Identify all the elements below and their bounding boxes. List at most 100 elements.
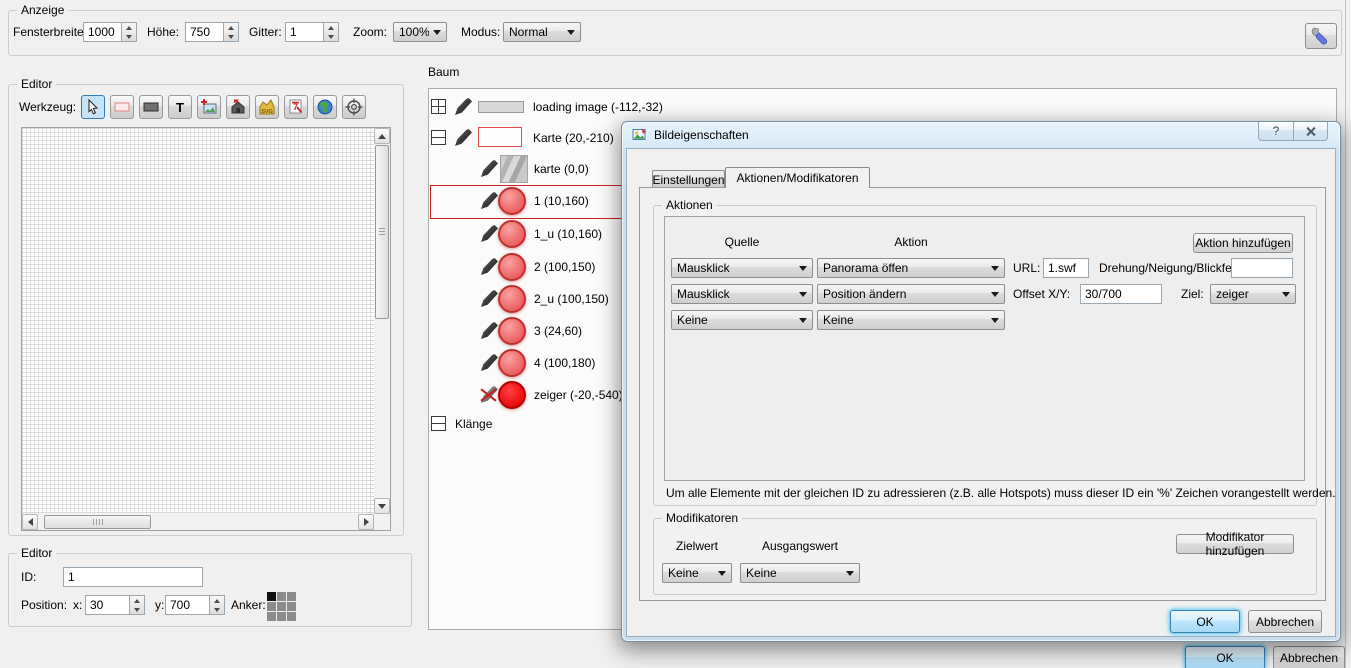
spin-up-icon[interactable] — [324, 23, 338, 32]
anchor-grid[interactable] — [267, 592, 296, 621]
ausgangswert-combo[interactable]: Keine — [740, 563, 860, 583]
x-spinner[interactable] — [85, 595, 145, 615]
settings-wrench-button[interactable] — [1305, 23, 1337, 49]
anchor-cell-bottom-right[interactable] — [287, 612, 296, 621]
anchor-cell-top-left[interactable] — [267, 592, 276, 601]
svg-badge-text: SVG — [261, 109, 273, 115]
pen-icon — [481, 258, 498, 275]
offset-input[interactable] — [1080, 284, 1162, 304]
dialog-caption-buttons: ? — [1258, 122, 1328, 141]
close-button[interactable] — [1293, 122, 1328, 141]
image-placeholder-icon — [478, 101, 524, 113]
wrench-icon — [1310, 25, 1332, 47]
modus-combo[interactable]: Normal — [503, 22, 581, 42]
modifikator-hinzufuegen-button[interactable]: Modifikator hinzufügen — [1176, 534, 1294, 554]
y-spinner[interactable] — [165, 595, 225, 615]
vertical-scroll-thumb[interactable] — [375, 145, 389, 319]
url-input[interactable] — [1043, 258, 1089, 278]
anchor-cell-middle-right[interactable] — [287, 602, 296, 611]
text-tool[interactable]: T — [168, 95, 192, 119]
help-button[interactable]: ? — [1258, 122, 1293, 141]
canvas-grid[interactable] — [22, 128, 374, 514]
image-tool[interactable] — [197, 95, 221, 119]
target-tool[interactable] — [342, 95, 366, 119]
spin-down-icon[interactable] — [224, 32, 238, 41]
id-input[interactable] — [63, 567, 203, 587]
hoehe-spin-buttons[interactable] — [223, 22, 239, 42]
horizontal-scroll-thumb[interactable] — [44, 515, 151, 529]
spin-down-icon[interactable] — [122, 32, 136, 41]
tree-item-label: karte (0,0) — [534, 162, 589, 176]
x-spin-buttons[interactable] — [129, 595, 145, 615]
gitter-input[interactable] — [285, 22, 323, 42]
tool-bar: T SVG — [81, 95, 366, 119]
ziel-combo[interactable]: zeiger — [1210, 284, 1296, 304]
spin-down-icon[interactable] — [324, 32, 338, 41]
cursor-tool[interactable] — [81, 95, 105, 119]
scroll-right-button[interactable] — [358, 514, 374, 530]
drehung-input[interactable] — [1231, 258, 1293, 278]
fensterbreite-spinner[interactable] — [83, 22, 137, 42]
zoom-combo[interactable]: 100% — [393, 22, 447, 42]
werkzeug-label: Werkzeug: — [19, 100, 76, 114]
spin-up-icon[interactable] — [122, 23, 136, 32]
editor-canvas[interactable] — [21, 127, 391, 531]
aktion-hinzufuegen-button[interactable]: Aktion hinzufügen — [1193, 233, 1293, 253]
quelle-combo-row1[interactable]: Mausklick — [671, 258, 813, 278]
dialog-ok-label: OK — [1196, 615, 1213, 629]
spin-up-icon[interactable] — [130, 596, 144, 605]
fensterbreite-input[interactable] — [83, 22, 121, 42]
vertical-scrollbar[interactable] — [374, 128, 390, 514]
gitter-spinner[interactable] — [285, 22, 339, 42]
horizontal-scrollbar[interactable] — [22, 514, 374, 530]
anchor-cell-middle-center[interactable] — [277, 602, 286, 611]
quelle-combo-row2[interactable]: Mausklick — [671, 284, 813, 304]
expand-split-icon[interactable] — [431, 416, 446, 431]
y-input[interactable] — [165, 595, 209, 615]
scrollbar-corner — [374, 514, 390, 530]
anchor-cell-top-right[interactable] — [287, 592, 296, 601]
dialog-cancel-button[interactable]: Abbrechen — [1248, 610, 1322, 633]
tab-einstellungen[interactable]: Einstellungen — [652, 170, 725, 188]
tab-aktionen-modifikatoren[interactable]: Aktionen/Modifikatoren — [725, 167, 870, 188]
spin-down-icon[interactable] — [130, 605, 144, 614]
arrow-left-icon — [24, 518, 33, 526]
anchor-cell-top-center[interactable] — [277, 592, 286, 601]
rect-tool[interactable] — [139, 95, 163, 119]
main-cancel-button[interactable]: Abbrechen — [1273, 646, 1345, 668]
expand-grid-icon[interactable] — [431, 99, 446, 114]
scroll-up-button[interactable] — [374, 128, 390, 144]
dialog-ok-button[interactable]: OK — [1170, 610, 1240, 633]
fensterbreite-spin-buttons[interactable] — [121, 22, 137, 42]
spin-up-icon[interactable] — [224, 23, 238, 32]
home-tool[interactable] — [226, 95, 250, 119]
quelle-combo-row3[interactable]: Keine — [671, 310, 813, 330]
expand-split-icon[interactable] — [431, 130, 446, 145]
anchor-cell-middle-left[interactable] — [267, 602, 276, 611]
aktion-combo-row1[interactable]: Panorama öffen — [817, 258, 1005, 278]
chevron-down-icon — [799, 266, 807, 271]
aktion-value: Position ändern — [823, 287, 987, 301]
tree-item-loading-image[interactable]: loading image (-112,-32) — [429, 96, 1336, 118]
hoehe-spinner[interactable] — [185, 22, 239, 42]
globe-tool[interactable] — [313, 95, 337, 119]
svg-tool[interactable]: SVG — [255, 95, 279, 119]
x-input[interactable] — [85, 595, 129, 615]
scroll-down-button[interactable] — [374, 498, 390, 514]
hotspot-rect-tool[interactable] — [110, 95, 134, 119]
hoehe-input[interactable] — [185, 22, 223, 42]
aktion-combo-row2[interactable]: Position ändern — [817, 284, 1005, 304]
spin-down-icon[interactable] — [210, 605, 224, 614]
scroll-left-button[interactable] — [22, 514, 38, 530]
gitter-spin-buttons[interactable] — [323, 22, 339, 42]
app-window: Anzeige Fensterbreite: Höhe: Gitter: — [0, 0, 1351, 668]
editor-group: Editor Werkzeug: T — [8, 84, 404, 536]
script-tool[interactable]: 7 — [284, 95, 308, 119]
anchor-cell-bottom-left[interactable] — [267, 612, 276, 621]
y-spin-buttons[interactable] — [209, 595, 225, 615]
zielwert-combo[interactable]: Keine — [662, 563, 732, 583]
anchor-cell-bottom-center[interactable] — [277, 612, 286, 621]
spin-up-icon[interactable] — [210, 596, 224, 605]
main-ok-button[interactable]: OK — [1185, 646, 1265, 668]
aktion-combo-row3[interactable]: Keine — [817, 310, 1005, 330]
